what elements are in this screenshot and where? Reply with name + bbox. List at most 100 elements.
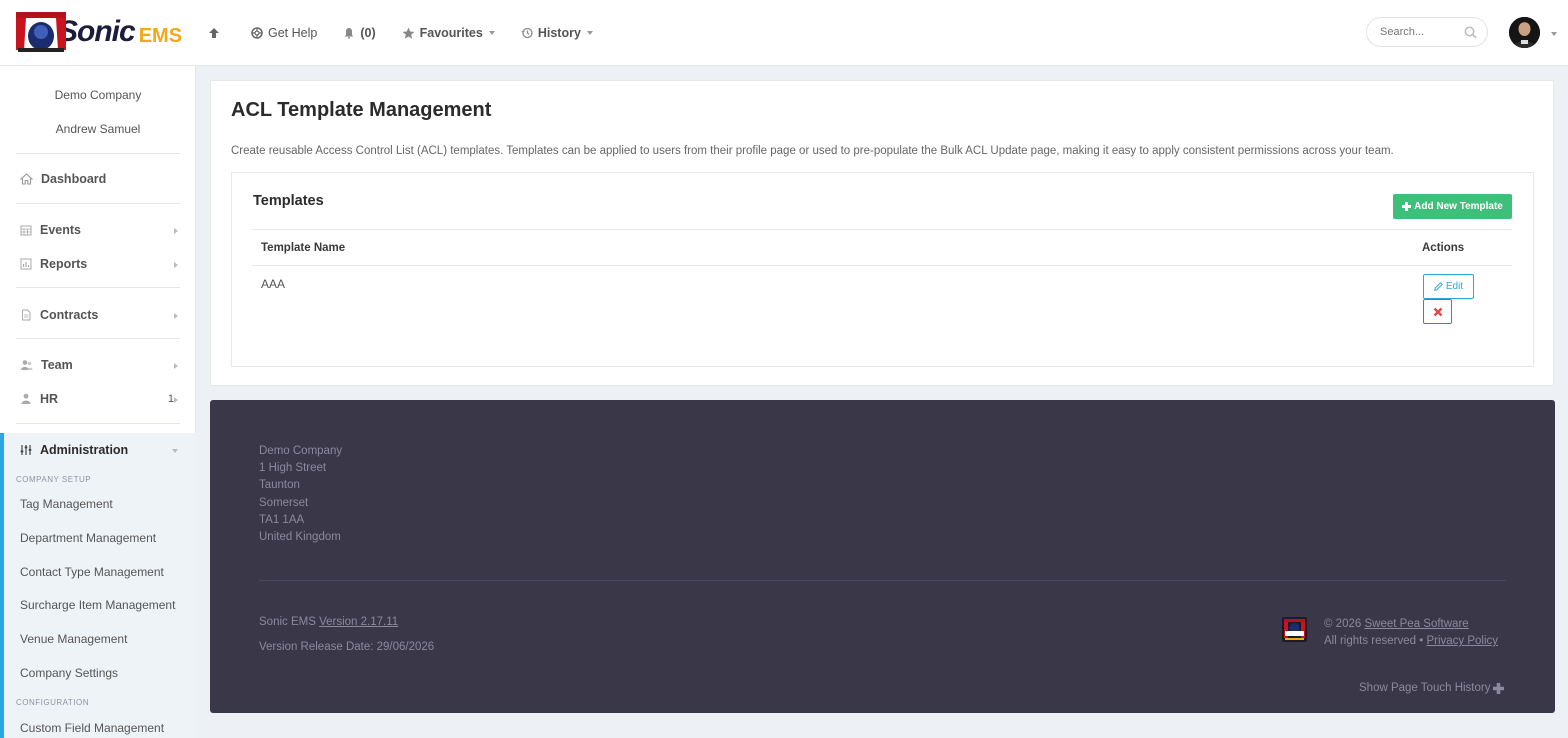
- section-heading-configuration: CONFIGURATION: [16, 698, 90, 707]
- sidebar-divider: [16, 423, 180, 424]
- administration-section: Administration COMPANY SETUP Tag Managem…: [0, 433, 196, 738]
- templates-title: Templates: [253, 193, 324, 209]
- plus-icon: [1493, 682, 1505, 694]
- close-icon: [1433, 307, 1442, 316]
- scroll-up-button[interactable]: [208, 27, 225, 39]
- bell-icon: [344, 28, 354, 39]
- section-heading-company-setup: COMPANY SETUP: [16, 475, 92, 484]
- column-header-template-name: Template Name: [261, 242, 346, 254]
- sidebar-company-name[interactable]: Demo Company: [0, 88, 196, 102]
- column-header-actions: Actions: [1422, 242, 1465, 254]
- add-new-template-button[interactable]: Add New Template: [1393, 194, 1512, 219]
- show-page-touch-history-button[interactable]: Show Page Touch History: [1359, 682, 1505, 694]
- brand-logo[interactable]: Sonic EMS: [14, 12, 182, 52]
- company-link[interactable]: Sweet Pea Software: [1364, 618, 1468, 630]
- rights-text: All rights reserved •: [1324, 635, 1424, 648]
- sidebar-item-team[interactable]: Team: [20, 358, 180, 372]
- chevron-right-icon: [174, 397, 178, 403]
- footer-logo-icon: [1282, 617, 1307, 642]
- chevron-down-icon: [172, 449, 178, 453]
- nav-link-tag-management[interactable]: Tag Management: [20, 497, 113, 511]
- top-nav: Get Help (0) Favourites History: [208, 0, 619, 66]
- sidebar-item-events[interactable]: Events: [20, 223, 180, 237]
- sidebar-divider: [16, 153, 180, 154]
- user-avatar[interactable]: [1509, 17, 1540, 48]
- sidebar-item-hr[interactable]: HR 1: [20, 392, 180, 406]
- sidebar-item-label: Events: [40, 223, 81, 237]
- nav-link-surcharge-item-management[interactable]: Surcharge Item Management: [20, 598, 175, 612]
- address-line: TA1 1AA: [259, 513, 305, 526]
- sidebar-item-administration[interactable]: Administration: [20, 443, 180, 457]
- history-icon: [521, 27, 533, 39]
- favourites-label: Favourites: [419, 26, 483, 40]
- chevron-down-icon: [488, 31, 495, 35]
- document-icon: [22, 309, 31, 321]
- edit-template-button[interactable]: Edit: [1423, 274, 1474, 299]
- page-title: ACL Template Management: [231, 99, 492, 121]
- brand-suffix: EMS: [138, 24, 183, 47]
- release-date: Version Release Date: 29/06/2026: [259, 641, 435, 653]
- lifebuoy-icon: [251, 27, 263, 39]
- product-name: Sonic EMS: [259, 616, 316, 628]
- user-menu-chevron-icon[interactable]: [1551, 32, 1557, 36]
- sidebar-item-label: Contracts: [40, 308, 99, 322]
- notifications-button[interactable]: (0): [343, 26, 376, 40]
- sidebar-item-reports[interactable]: Reports: [20, 257, 180, 271]
- copyright-year: © 2026: [1324, 618, 1362, 630]
- sidebar-item-label: Dashboard: [41, 172, 107, 186]
- sidebar-item-label: Administration: [40, 443, 129, 457]
- templates-panel: Templates Add New Template Template Name…: [231, 172, 1534, 367]
- chevron-right-icon: [174, 363, 178, 369]
- person-icon: [21, 393, 31, 404]
- table-divider: [252, 229, 1512, 230]
- company-address: Demo Company 1 High Street Taunton Somer…: [259, 443, 342, 546]
- get-help-label: Get Help: [268, 26, 318, 40]
- chevron-down-icon: [586, 31, 593, 35]
- sidebar-item-contracts[interactable]: Contracts: [20, 308, 180, 322]
- address-line: Somerset: [259, 496, 309, 509]
- sidebar-user-name[interactable]: Andrew Samuel: [0, 122, 196, 136]
- template-name-cell: AAA: [261, 277, 286, 291]
- version-link[interactable]: Version 2.17.11: [319, 616, 398, 628]
- nav-link-contact-type-management[interactable]: Contact Type Management: [20, 565, 164, 579]
- nav-link-company-settings[interactable]: Company Settings: [20, 666, 118, 680]
- sliders-icon: [20, 445, 32, 455]
- theatre-logo-icon: [14, 12, 68, 52]
- add-new-template-label: Add New Template: [1414, 201, 1503, 212]
- star-icon: [402, 27, 415, 39]
- favourites-dropdown[interactable]: Favourites: [402, 26, 495, 40]
- delete-template-button[interactable]: [1423, 299, 1452, 324]
- address-line: United Kingdom: [259, 531, 341, 544]
- chevron-right-icon: [174, 262, 178, 268]
- version-info: Sonic EMS Version 2.17.11: [259, 616, 398, 628]
- search-input[interactable]: [1380, 26, 1460, 38]
- search-box: [1366, 17, 1488, 47]
- team-icon: [21, 360, 33, 370]
- sidebar-divider: [16, 287, 180, 288]
- sidebar-item-dashboard[interactable]: Dashboard: [20, 172, 180, 186]
- nav-link-venue-management[interactable]: Venue Management: [20, 632, 127, 646]
- notifications-count: (0): [360, 26, 376, 40]
- sidebar: Demo Company Andrew Samuel Dashboard Eve…: [0, 66, 196, 738]
- footer-divider: [259, 580, 1506, 581]
- touch-history-label: Show Page Touch History: [1359, 682, 1491, 694]
- sidebar-divider: [16, 338, 180, 339]
- address-line: Taunton: [259, 479, 300, 492]
- sidebar-item-label: Reports: [40, 257, 88, 271]
- chevron-right-icon: [174, 228, 178, 234]
- sidebar-divider: [16, 203, 180, 204]
- chevron-right-icon: [174, 313, 178, 319]
- nav-link-custom-field-management[interactable]: Custom Field Management: [20, 721, 164, 735]
- history-label: History: [537, 26, 581, 40]
- nav-link-department-management[interactable]: Department Management: [20, 531, 156, 545]
- table-divider: [252, 265, 1512, 266]
- history-dropdown[interactable]: History: [521, 26, 593, 40]
- plus-icon: [1402, 202, 1412, 211]
- brand-name: Sonic: [58, 15, 136, 48]
- privacy-policy-link[interactable]: Privacy Policy: [1426, 635, 1498, 647]
- calendar-icon: [20, 225, 32, 236]
- top-header: Sonic EMS Get Help (0) Favourites Histor…: [0, 0, 1568, 66]
- search-icon[interactable]: [1464, 26, 1477, 39]
- get-help-link[interactable]: Get Help: [251, 26, 317, 40]
- sidebar-item-label: HR: [40, 392, 59, 406]
